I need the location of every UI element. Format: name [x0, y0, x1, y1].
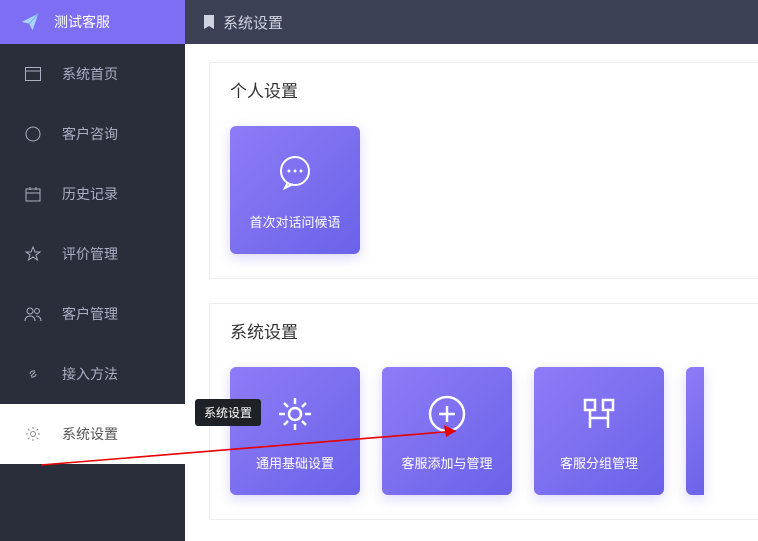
circle-icon — [24, 125, 42, 143]
sidebar-item-label: 客户咨询 — [62, 124, 118, 144]
sidebar-item-label: 系统设置 — [62, 424, 118, 444]
card-general-settings[interactable]: 通用基础设置 — [230, 367, 360, 495]
paper-plane-icon — [20, 12, 40, 32]
cards-row: 首次对话问候语 — [230, 126, 738, 254]
section-personal: 个人设置 首次对话问候语 — [209, 62, 758, 279]
group-icon — [576, 391, 622, 437]
chat-bubble-icon — [272, 150, 318, 196]
card-label: 首次对话问候语 — [249, 212, 340, 231]
card-partial[interactable] — [686, 367, 704, 495]
sidebar-item-access[interactable]: 接入方法 — [0, 344, 185, 404]
sidebar-item-label: 系统首页 — [62, 64, 118, 84]
card-greeting[interactable]: 首次对话问候语 — [230, 126, 360, 254]
sidebar-item-customers[interactable]: 客户管理 — [0, 284, 185, 344]
section-title: 系统设置 — [230, 318, 738, 343]
brand-label: 测试客服 — [54, 12, 110, 32]
topbar: 系统设置 — [185, 0, 758, 44]
star-icon — [24, 245, 42, 263]
section-title: 个人设置 — [230, 77, 738, 102]
bookmark-icon — [203, 15, 215, 29]
window-icon — [24, 65, 42, 83]
card-group-manage[interactable]: 客服分组管理 — [534, 367, 664, 495]
card-add-agent[interactable]: 客服添加与管理 — [382, 367, 512, 495]
users-icon — [24, 305, 42, 323]
sidebar-item-label: 客户管理 — [62, 304, 118, 324]
sidebar-brand: 测试客服 — [0, 0, 185, 44]
sidebar-item-home[interactable]: 系统首页 — [0, 44, 185, 104]
main-content: 个人设置 首次对话问候语 系统设置 通用基础设置 客服添 — [185, 44, 758, 541]
plus-circle-icon — [424, 391, 470, 437]
card-label: 客服分组管理 — [560, 453, 638, 472]
sidebar-item-label: 接入方法 — [62, 364, 118, 384]
sidebar-item-label: 评价管理 — [62, 244, 118, 264]
card-label: 客服添加与管理 — [401, 453, 492, 472]
tooltip: 系统设置 — [195, 399, 261, 426]
sidebar-item-rating[interactable]: 评价管理 — [0, 224, 185, 284]
cards-row: 通用基础设置 客服添加与管理 客服分组管理 — [230, 367, 738, 495]
sidebar-item-label: 历史记录 — [62, 184, 118, 204]
section-system: 系统设置 通用基础设置 客服添加与管理 客服分组管理 — [209, 303, 758, 520]
link-icon — [24, 365, 42, 383]
calendar-icon — [24, 185, 42, 203]
sidebar-item-history[interactable]: 历史记录 — [0, 164, 185, 224]
sidebar-item-settings[interactable]: 系统设置 — [0, 404, 185, 464]
page-title: 系统设置 — [223, 12, 283, 33]
gear-icon — [272, 391, 318, 437]
sidebar: 测试客服 系统首页 客户咨询 历史记录 评价管理 客户管理 接入 — [0, 0, 185, 541]
sidebar-item-consult[interactable]: 客户咨询 — [0, 104, 185, 164]
card-label: 通用基础设置 — [256, 453, 334, 472]
gear-icon — [24, 425, 42, 443]
